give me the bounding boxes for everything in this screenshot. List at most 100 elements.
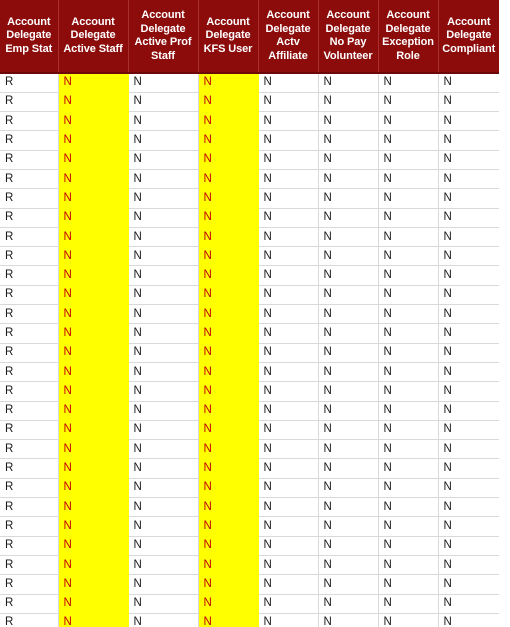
- cell-account-delegate-compliant[interactable]: N: [438, 478, 499, 499]
- cell-account-delegate-compliant[interactable]: N: [438, 265, 499, 286]
- cell-account-delegate-active-prof-staff[interactable]: N: [128, 169, 199, 190]
- cell-account-delegate-compliant[interactable]: N: [438, 227, 499, 248]
- cell-account-delegate-no-pay-volunteer[interactable]: N: [318, 478, 379, 499]
- cell-account-delegate-kfs-user[interactable]: N: [198, 478, 259, 499]
- cell-account-delegate-active-prof-staff[interactable]: N: [128, 208, 199, 228]
- cell-account-delegate-active-staff[interactable]: N: [58, 574, 129, 595]
- cell-account-delegate-actv-affiliate[interactable]: N: [258, 227, 319, 248]
- cell-account-delegate-kfs-user[interactable]: N: [198, 227, 259, 248]
- cell-account-delegate-active-prof-staff[interactable]: N: [128, 497, 199, 518]
- cell-account-delegate-actv-affiliate[interactable]: N: [258, 130, 319, 151]
- cell-account-delegate-emp-stat[interactable]: R: [0, 401, 59, 421]
- cell-account-delegate-actv-affiliate[interactable]: N: [258, 401, 319, 421]
- column-header-account-delegate-emp-stat[interactable]: Account Delegate Emp Stat: [0, 0, 59, 74]
- cell-account-delegate-compliant[interactable]: N: [438, 458, 499, 479]
- cell-account-delegate-exception-role[interactable]: N: [378, 420, 439, 441]
- cell-account-delegate-emp-stat[interactable]: R: [0, 304, 59, 325]
- cell-account-delegate-kfs-user[interactable]: N: [198, 439, 259, 460]
- cell-account-delegate-no-pay-volunteer[interactable]: N: [318, 536, 379, 556]
- cell-account-delegate-actv-affiliate[interactable]: N: [258, 555, 319, 576]
- cell-account-delegate-actv-affiliate[interactable]: N: [258, 458, 319, 479]
- cell-account-delegate-kfs-user[interactable]: N: [198, 536, 259, 556]
- cell-account-delegate-active-staff[interactable]: N: [58, 613, 129, 627]
- cell-account-delegate-emp-stat[interactable]: R: [0, 73, 59, 93]
- cell-account-delegate-exception-role[interactable]: N: [378, 536, 439, 556]
- cell-account-delegate-compliant[interactable]: N: [438, 323, 499, 344]
- column-header-account-delegate-no-pay-volunteer[interactable]: Account Delegate No Pay Volunteer: [318, 0, 379, 74]
- cell-account-delegate-no-pay-volunteer[interactable]: N: [318, 169, 379, 190]
- cell-account-delegate-no-pay-volunteer[interactable]: N: [318, 227, 379, 248]
- column-header-account-delegate-exception-role[interactable]: Account Delegate Exception Role: [378, 0, 439, 74]
- cell-account-delegate-active-staff[interactable]: N: [58, 73, 129, 93]
- cell-account-delegate-actv-affiliate[interactable]: N: [258, 111, 319, 132]
- cell-account-delegate-compliant[interactable]: N: [438, 516, 499, 537]
- column-header-account-delegate-kfs-user[interactable]: Account Delegate KFS User: [198, 0, 259, 74]
- cell-account-delegate-emp-stat[interactable]: R: [0, 285, 59, 306]
- cell-account-delegate-emp-stat[interactable]: R: [0, 169, 59, 190]
- cell-account-delegate-active-prof-staff[interactable]: N: [128, 150, 199, 170]
- cell-account-delegate-active-staff[interactable]: N: [58, 458, 129, 479]
- cell-account-delegate-active-staff[interactable]: N: [58, 536, 129, 556]
- cell-account-delegate-no-pay-volunteer[interactable]: N: [318, 130, 379, 151]
- cell-account-delegate-actv-affiliate[interactable]: N: [258, 362, 319, 383]
- cell-account-delegate-exception-role[interactable]: N: [378, 208, 439, 228]
- cell-account-delegate-exception-role[interactable]: N: [378, 111, 439, 132]
- cell-account-delegate-kfs-user[interactable]: N: [198, 497, 259, 518]
- cell-account-delegate-active-staff[interactable]: N: [58, 555, 129, 576]
- cell-account-delegate-exception-role[interactable]: N: [378, 169, 439, 190]
- cell-account-delegate-compliant[interactable]: N: [438, 362, 499, 383]
- cell-account-delegate-kfs-user[interactable]: N: [198, 516, 259, 537]
- cell-account-delegate-compliant[interactable]: N: [438, 439, 499, 460]
- cell-account-delegate-active-staff[interactable]: N: [58, 362, 129, 383]
- cell-account-delegate-kfs-user[interactable]: N: [198, 323, 259, 344]
- cell-account-delegate-no-pay-volunteer[interactable]: N: [318, 420, 379, 441]
- cell-account-delegate-emp-stat[interactable]: R: [0, 150, 59, 170]
- cell-account-delegate-emp-stat[interactable]: R: [0, 92, 59, 113]
- column-header-account-delegate-actv-affiliate[interactable]: Account Delegate Actv Affiliate: [258, 0, 319, 74]
- cell-account-delegate-active-staff[interactable]: N: [58, 208, 129, 228]
- cell-account-delegate-no-pay-volunteer[interactable]: N: [318, 497, 379, 518]
- cell-account-delegate-active-prof-staff[interactable]: N: [128, 381, 199, 402]
- cell-account-delegate-actv-affiliate[interactable]: N: [258, 92, 319, 113]
- cell-account-delegate-compliant[interactable]: N: [438, 497, 499, 518]
- cell-account-delegate-actv-affiliate[interactable]: N: [258, 381, 319, 402]
- cell-account-delegate-active-prof-staff[interactable]: N: [128, 246, 199, 267]
- cell-account-delegate-no-pay-volunteer[interactable]: N: [318, 304, 379, 325]
- cell-account-delegate-compliant[interactable]: N: [438, 613, 499, 627]
- cell-account-delegate-no-pay-volunteer[interactable]: N: [318, 188, 379, 209]
- cell-account-delegate-active-staff[interactable]: N: [58, 323, 129, 344]
- cell-account-delegate-active-staff[interactable]: N: [58, 188, 129, 209]
- cell-account-delegate-no-pay-volunteer[interactable]: N: [318, 246, 379, 267]
- cell-account-delegate-emp-stat[interactable]: R: [0, 555, 59, 576]
- cell-account-delegate-exception-role[interactable]: N: [378, 188, 439, 209]
- cell-account-delegate-active-prof-staff[interactable]: N: [128, 613, 199, 627]
- cell-account-delegate-active-staff[interactable]: N: [58, 92, 129, 113]
- cell-account-delegate-compliant[interactable]: N: [438, 150, 499, 170]
- cell-account-delegate-kfs-user[interactable]: N: [198, 362, 259, 383]
- cell-account-delegate-no-pay-volunteer[interactable]: N: [318, 381, 379, 402]
- cell-account-delegate-actv-affiliate[interactable]: N: [258, 536, 319, 556]
- cell-account-delegate-emp-stat[interactable]: R: [0, 439, 59, 460]
- column-header-account-delegate-compliant[interactable]: Account Delegate Compliant: [438, 0, 499, 74]
- cell-account-delegate-kfs-user[interactable]: N: [198, 246, 259, 267]
- cell-account-delegate-kfs-user[interactable]: N: [198, 111, 259, 132]
- cell-account-delegate-active-staff[interactable]: N: [58, 497, 129, 518]
- cell-account-delegate-no-pay-volunteer[interactable]: N: [318, 265, 379, 286]
- cell-account-delegate-emp-stat[interactable]: R: [0, 227, 59, 248]
- cell-account-delegate-exception-role[interactable]: N: [378, 150, 439, 170]
- cell-account-delegate-exception-role[interactable]: N: [378, 401, 439, 421]
- cell-account-delegate-exception-role[interactable]: N: [378, 516, 439, 537]
- cell-account-delegate-actv-affiliate[interactable]: N: [258, 478, 319, 499]
- cell-account-delegate-no-pay-volunteer[interactable]: N: [318, 516, 379, 537]
- cell-account-delegate-emp-stat[interactable]: R: [0, 381, 59, 402]
- cell-account-delegate-no-pay-volunteer[interactable]: N: [318, 150, 379, 170]
- cell-account-delegate-active-staff[interactable]: N: [58, 130, 129, 151]
- cell-account-delegate-actv-affiliate[interactable]: N: [258, 323, 319, 344]
- cell-account-delegate-active-prof-staff[interactable]: N: [128, 478, 199, 499]
- cell-account-delegate-actv-affiliate[interactable]: N: [258, 497, 319, 518]
- cell-account-delegate-compliant[interactable]: N: [438, 555, 499, 576]
- cell-account-delegate-compliant[interactable]: N: [438, 420, 499, 441]
- cell-account-delegate-no-pay-volunteer[interactable]: N: [318, 362, 379, 383]
- cell-account-delegate-emp-stat[interactable]: R: [0, 343, 59, 363]
- cell-account-delegate-kfs-user[interactable]: N: [198, 420, 259, 441]
